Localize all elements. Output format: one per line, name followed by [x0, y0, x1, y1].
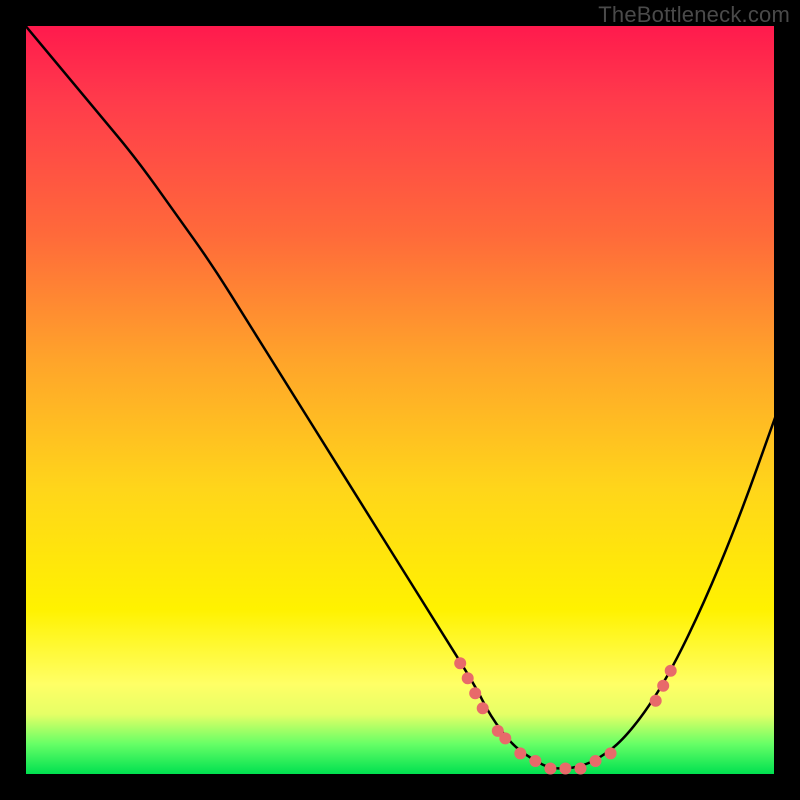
chart-plot-area: [24, 24, 776, 776]
watermark-text: TheBottleneck.com: [598, 2, 790, 28]
